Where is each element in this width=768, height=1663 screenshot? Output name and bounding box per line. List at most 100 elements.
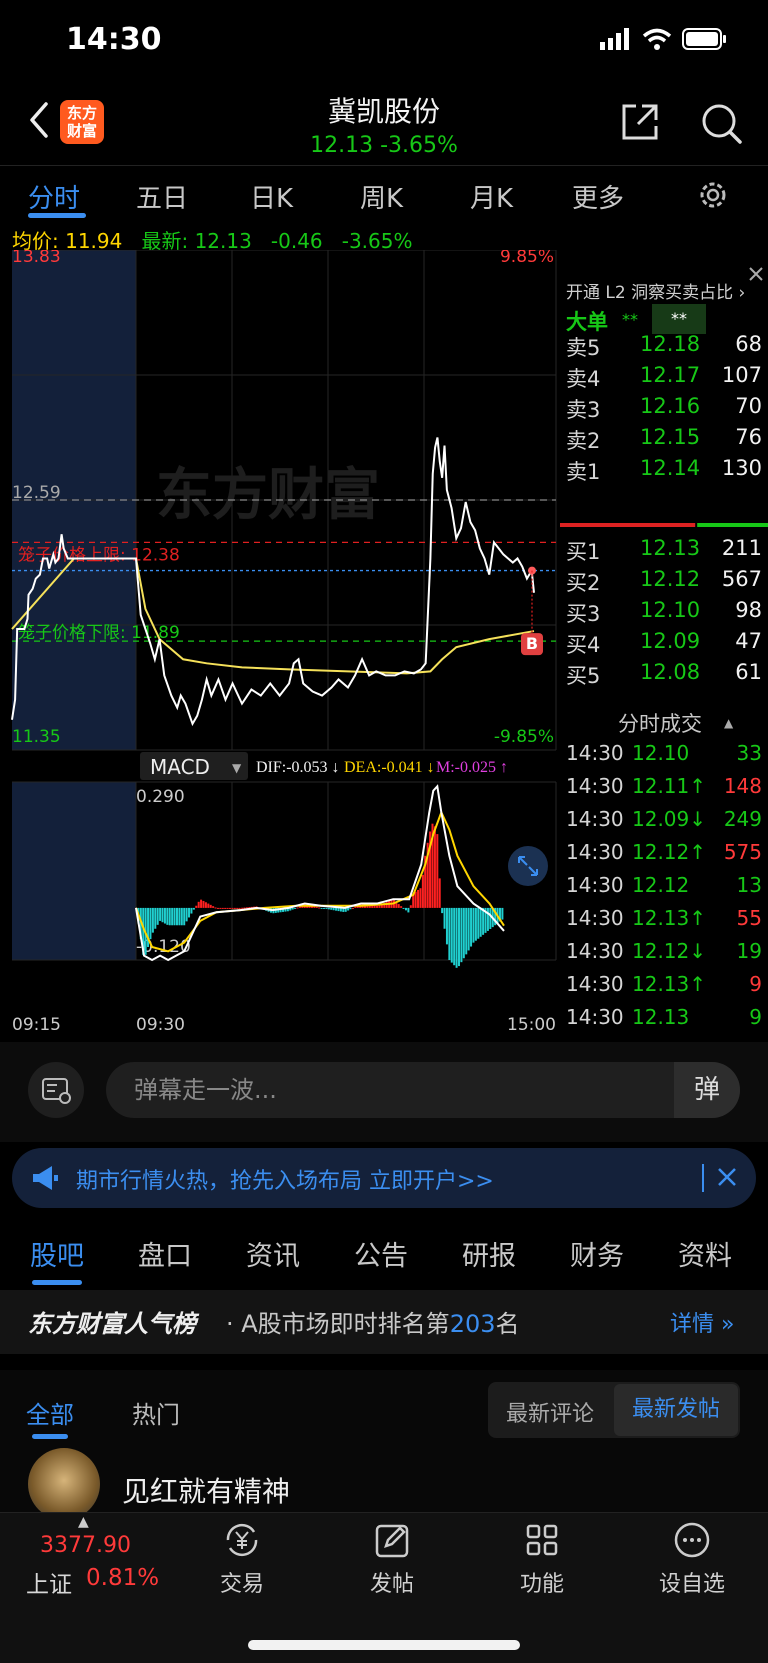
l2-close-icon[interactable] — [744, 262, 768, 286]
tick-volume: 33 — [736, 741, 762, 765]
macd-bar — [421, 874, 424, 908]
ad-divider — [702, 1164, 704, 1192]
close-icon[interactable] — [716, 1166, 738, 1188]
tick-volume: 9 — [749, 1005, 762, 1029]
tab-monthly-k[interactable]: 月K — [470, 178, 513, 215]
tab-news[interactable]: 资讯 — [246, 1234, 300, 1273]
bids-row[interactable]: 买3 12.10 98 — [566, 598, 762, 628]
feed-tab-all[interactable]: 全部 — [26, 1395, 74, 1430]
gear-icon[interactable] — [696, 178, 730, 212]
tick-row[interactable]: 14:30 12.09↓ 249 — [566, 807, 762, 837]
l2-promo-link[interactable]: 开通 L2 洞察买卖占比 › — [566, 278, 745, 303]
macd-bar — [455, 907, 458, 968]
signal-icon — [600, 28, 629, 50]
edit-icon — [375, 1524, 409, 1558]
tab-five-day[interactable]: 五日 — [136, 178, 188, 215]
asks-row[interactable]: 卖2 12.15 76 — [566, 425, 762, 455]
expand-chart-button[interactable] — [508, 846, 548, 886]
nav-add-watchlist-label: 设自选 — [658, 1572, 725, 1597]
indicator-caret-icon: ▼ — [232, 761, 242, 775]
index-change[interactable]: 0.81% — [86, 1565, 159, 1591]
tab-guba[interactable]: 股吧 — [30, 1234, 84, 1273]
tick-volume: 9 — [749, 972, 762, 996]
index-value[interactable]: 3377.90 — [40, 1533, 131, 1558]
macd-bar — [354, 906, 357, 908]
asks-level-label: 卖3 — [566, 398, 601, 422]
avatar[interactable] — [28, 1448, 100, 1520]
index-name[interactable]: 上证 — [26, 1565, 72, 1599]
intraday-chart-area[interactable]: 东方财富 13.83 11.35 9.85% -9.85% 12.59 笼子价格… — [0, 250, 560, 1040]
asks-price: 12.15 — [640, 425, 701, 449]
macd-bar — [226, 907, 229, 909]
macd-bar — [419, 888, 422, 908]
tab-intraday[interactable]: 分时 — [28, 178, 80, 215]
nav-functions[interactable]: 功能 — [482, 1520, 602, 1598]
index-up-arrow-icon: ▲ — [78, 1514, 89, 1530]
asks-row[interactable]: 卖5 12.18 68 — [566, 332, 762, 362]
post-title[interactable]: 见红就有精神 — [122, 1470, 290, 1510]
macd-bar — [151, 907, 154, 933]
tick-row[interactable]: 14:30 12.13 9 — [566, 1005, 762, 1035]
rank-detail-link[interactable]: 详情 » — [670, 1306, 734, 1338]
tick-row[interactable]: 14:30 12.13↑ 9 — [566, 972, 762, 1002]
search-icon[interactable] — [700, 102, 742, 144]
tab-announcements[interactable]: 公告 — [354, 1234, 408, 1273]
tick-row[interactable]: 14:30 12.10 33 — [566, 741, 762, 771]
bids-price: 12.10 — [640, 598, 701, 622]
tab-finance[interactable]: 财务 — [570, 1234, 624, 1273]
asks-row[interactable]: 卖1 12.14 130 — [566, 456, 762, 486]
tab-pankou[interactable]: 盘口 — [138, 1234, 192, 1273]
macd-bar — [436, 834, 439, 908]
tick-trades-title[interactable]: 分时成交 — [618, 708, 702, 738]
macd-bar — [489, 907, 492, 929]
tick-row[interactable]: 14:30 12.12↓ 19 — [566, 939, 762, 969]
macd-bar — [323, 907, 326, 909]
bottom-tab-indicator — [32, 1280, 82, 1285]
home-indicator — [248, 1640, 520, 1650]
tick-row[interactable]: 14:30 12.13↑ 55 — [566, 906, 762, 936]
tick-row[interactable]: 14:30 12.11↑ 148 — [566, 774, 762, 804]
macd-bar — [243, 907, 246, 909]
asks-row[interactable]: 卖4 12.17 107 — [566, 363, 762, 393]
tab-profile[interactable]: 资料 — [678, 1234, 732, 1273]
asks-row[interactable]: 卖3 12.16 70 — [566, 394, 762, 424]
tick-row[interactable]: 14:30 12.12 13 — [566, 873, 762, 903]
tab-research[interactable]: 研报 — [462, 1234, 516, 1273]
asks-level-label: 卖1 — [566, 460, 601, 484]
danmu-input[interactable]: 弹幕走一波... — [106, 1062, 740, 1118]
bids-row[interactable]: 买2 12.12 567 — [566, 567, 762, 597]
tab-daily-k[interactable]: 日K — [250, 178, 293, 215]
chart-period-tabs: 分时 五日 日K 周K 月K 更多 — [0, 165, 768, 225]
tick-row[interactable]: 14:30 12.12↑ 575 — [566, 840, 762, 870]
tab-weekly-k[interactable]: 周K — [360, 178, 403, 215]
feed-tab-hot[interactable]: 热门 — [132, 1395, 180, 1430]
collapse-caret-icon[interactable]: ▲ — [724, 716, 733, 730]
bids-row[interactable]: 买1 12.13 211 — [566, 536, 762, 566]
share-icon[interactable] — [620, 102, 660, 142]
macd-bar — [168, 907, 171, 926]
tick-price: 12.10 — [632, 741, 690, 765]
sort-latest-comment[interactable]: 最新评论 — [506, 1396, 594, 1428]
tick-volume: 575 — [723, 840, 762, 864]
tick-time: 14:30 — [566, 1005, 624, 1029]
bids-level-label: 买1 — [566, 540, 601, 564]
macd-bar — [175, 907, 178, 926]
bids-row[interactable]: 买4 12.09 47 — [566, 629, 762, 659]
nav-post[interactable]: 发帖 — [332, 1520, 452, 1598]
tab-more[interactable]: 更多 — [572, 178, 624, 215]
macd-bar — [171, 907, 174, 926]
buy-marker[interactable]: B — [521, 633, 543, 656]
asks-level-label: 卖4 — [566, 367, 601, 391]
nav-add-watchlist[interactable]: 设自选 — [632, 1520, 752, 1598]
nav-trade[interactable]: 交易 — [182, 1520, 302, 1598]
dif-label: DIF:-0.053 ↓ — [256, 759, 340, 776]
danmu-send-button[interactable]: 弹 — [674, 1062, 740, 1118]
sort-latest-post[interactable]: 最新发帖 — [614, 1384, 738, 1436]
macd-bar — [204, 902, 207, 908]
bids-row[interactable]: 买5 12.08 61 — [566, 660, 762, 690]
macd-bar — [195, 905, 198, 908]
tick-price: 12.13↑ — [632, 972, 707, 996]
macd-bar — [445, 907, 448, 945]
ad-text[interactable]: 期市行情火热，抢先入场布局 立即开户>> — [76, 1163, 494, 1195]
danmu-list-button[interactable] — [28, 1062, 84, 1118]
